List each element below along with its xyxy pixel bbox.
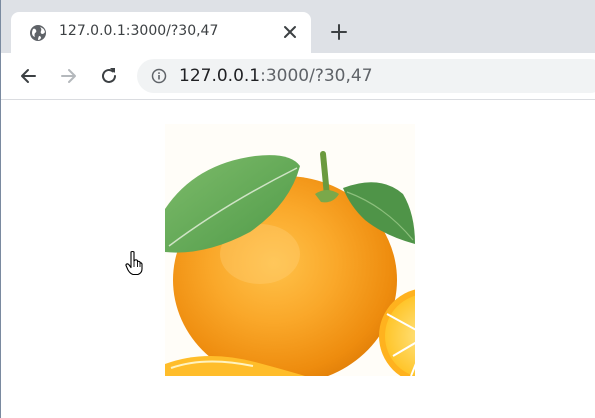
close-icon[interactable]	[281, 23, 299, 41]
tab-strip: 127.0.0.1:3000/?30,47	[1, 0, 595, 53]
tab-active[interactable]: 127.0.0.1:3000/?30,47	[11, 12, 311, 53]
hand-pointer-icon	[125, 250, 143, 276]
info-icon[interactable]	[151, 68, 167, 84]
arrow-left-icon[interactable]	[17, 65, 39, 87]
url-path: :3000/?30,47	[260, 66, 373, 86]
reload-icon[interactable]	[98, 65, 120, 87]
arrow-right-icon[interactable]	[58, 65, 80, 87]
tab-title: 127.0.0.1:3000/?30,47	[59, 23, 219, 39]
orange-fruit-illustration	[165, 124, 415, 376]
url-text[interactable]: 127.0.0.1:3000/?30,47	[179, 66, 373, 86]
browser-window: 127.0.0.1:3000/?30,47 127.0.0.1:3000/?30…	[0, 0, 595, 418]
url-host: 127.0.0.1	[179, 66, 261, 86]
globe-icon	[30, 25, 46, 41]
plus-icon[interactable]	[329, 22, 349, 42]
page-content	[1, 100, 595, 418]
address-bar[interactable]: 127.0.0.1:3000/?30,47	[137, 59, 595, 93]
toolbar: 127.0.0.1:3000/?30,47	[1, 53, 595, 100]
